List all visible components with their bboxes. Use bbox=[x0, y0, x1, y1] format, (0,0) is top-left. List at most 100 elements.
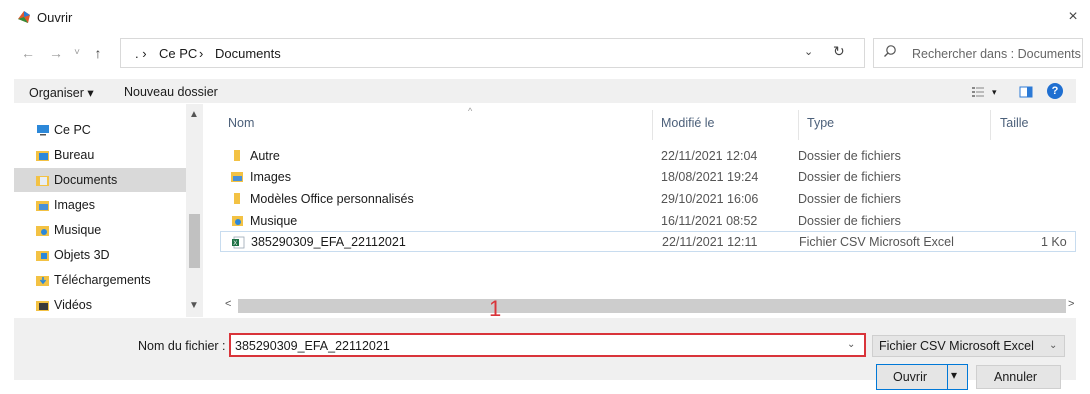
close-icon: × bbox=[1068, 8, 1078, 25]
file-type: Dossier de fichiers bbox=[798, 170, 901, 184]
file-modified: 18/08/2021 19:24 bbox=[661, 170, 759, 184]
search-placeholder: Rechercher dans : Documents bbox=[912, 47, 1081, 61]
breadcrumb-separator[interactable]: › bbox=[199, 46, 203, 61]
window-title: Ouvrir bbox=[37, 10, 73, 25]
organize-button[interactable]: Organiser ▾ bbox=[29, 85, 94, 100]
file-name: Autre bbox=[250, 149, 280, 163]
new-folder-button[interactable]: Nouveau dossier bbox=[124, 85, 218, 99]
scrollbar-thumb[interactable] bbox=[189, 214, 200, 268]
3d-objects-folder-icon bbox=[36, 251, 49, 261]
file-name: 385290309_EFA_22112021 bbox=[251, 235, 406, 249]
cancel-button[interactable]: Annuler bbox=[976, 365, 1061, 389]
column-header-modified[interactable]: Modifié le bbox=[661, 116, 715, 130]
scrollbar-thumb[interactable] bbox=[238, 299, 1066, 313]
filename-label: Nom du fichier : bbox=[138, 339, 226, 353]
breadcrumb-ce-pc[interactable]: Ce PC bbox=[159, 46, 197, 61]
scroll-down-icon[interactable]: ▼ bbox=[189, 300, 199, 311]
sidebar-item-label: Objets 3D bbox=[54, 248, 110, 262]
sidebar-item-label: Téléchargements bbox=[54, 273, 151, 287]
filename-input[interactable] bbox=[235, 338, 825, 354]
folder-icon bbox=[234, 150, 240, 161]
table-row[interactable]: Autre 22/11/2021 12:04 Dossier de fichie… bbox=[220, 145, 1076, 166]
sidebar-item-ce-pc[interactable]: Ce PC bbox=[14, 118, 186, 142]
close-button[interactable]: × bbox=[1062, 6, 1084, 28]
file-name: Modèles Office personnalisés bbox=[250, 192, 414, 206]
command-toolbar: Organiser ▾ Nouveau dossier ▾ ? bbox=[14, 79, 1076, 103]
open-button-label: Ouvrir bbox=[893, 370, 928, 384]
file-type: Dossier de fichiers bbox=[798, 192, 901, 206]
table-row[interactable]: Images 18/08/2021 19:24 Dossier de fichi… bbox=[220, 166, 1076, 187]
sidebar-item-label: Images bbox=[54, 198, 95, 212]
pictures-folder-icon bbox=[231, 172, 243, 182]
downloads-folder-icon bbox=[36, 276, 49, 286]
chevron-down-icon[interactable]: ⌄ bbox=[847, 339, 855, 350]
table-row[interactable]: Modèles Office personnalisés 29/10/2021 … bbox=[220, 188, 1076, 209]
sidebar-item-label: Bureau bbox=[54, 148, 95, 162]
file-type: Dossier de fichiers bbox=[798, 214, 901, 228]
view-options-icon[interactable] bbox=[970, 84, 986, 100]
view-dropdown-icon[interactable]: ▾ bbox=[992, 87, 997, 98]
navigation-pane: Ce PC Bureau Documents Images Musique Ob… bbox=[14, 104, 220, 317]
sidebar-item-images[interactable]: Images bbox=[14, 193, 186, 217]
sidebar-item-label: Documents bbox=[54, 173, 118, 187]
breadcrumb-documents[interactable]: Documents bbox=[215, 46, 281, 61]
excel-csv-icon: X bbox=[232, 236, 245, 249]
sidebar-item-videos[interactable]: Vidéos bbox=[14, 293, 186, 317]
column-header-size[interactable]: Taille bbox=[1000, 116, 1029, 130]
open-options-dropdown-icon[interactable]: ▾ bbox=[951, 368, 957, 382]
pc-icon bbox=[37, 125, 49, 136]
table-row[interactable]: Musique 16/11/2021 08:52 Dossier de fich… bbox=[220, 210, 1076, 231]
table-row-selected[interactable]: X 385290309_EFA_22112021 22/11/2021 12:1… bbox=[220, 231, 1076, 252]
preview-pane-icon[interactable] bbox=[1018, 84, 1034, 100]
file-modified: 29/10/2021 16:06 bbox=[661, 192, 759, 206]
folder-icon bbox=[234, 193, 240, 204]
file-type: Dossier de fichiers bbox=[798, 149, 901, 163]
column-header-type[interactable]: Type bbox=[807, 116, 834, 130]
pictures-folder-icon bbox=[36, 201, 49, 211]
sort-ascending-icon: ^ bbox=[468, 106, 473, 116]
file-modified: 22/11/2021 12:04 bbox=[661, 149, 758, 163]
office-app-icon bbox=[18, 11, 30, 23]
filetype-select[interactable]: Fichier CSV Microsoft Excel ⌄ bbox=[872, 335, 1065, 357]
forward-button[interactable]: → bbox=[46, 42, 66, 64]
column-divider[interactable] bbox=[990, 110, 991, 140]
sidebar-item-musique[interactable]: Musique bbox=[14, 218, 186, 242]
column-divider[interactable] bbox=[798, 110, 799, 140]
column-header-name[interactable]: Nom bbox=[228, 116, 254, 130]
navigation-row: ← → ˅ ↑ . › Ce PC › Documents ⌄ ↻ Recher… bbox=[0, 38, 1090, 68]
column-divider[interactable] bbox=[652, 110, 653, 140]
address-dropdown-icon[interactable]: ⌄ bbox=[804, 45, 813, 58]
sidebar-item-bureau[interactable]: Bureau bbox=[14, 143, 186, 167]
documents-folder-icon bbox=[36, 176, 49, 186]
scroll-up-icon[interactable]: ▲ bbox=[189, 109, 199, 120]
sidebar-item-label: Ce PC bbox=[54, 123, 91, 137]
open-file-dialog: Ouvrir × ← → ˅ ↑ . › Ce PC › Documents ⌄… bbox=[0, 0, 1090, 394]
chevron-down-icon: ⌄ bbox=[1049, 340, 1058, 351]
address-bar[interactable]: . › Ce PC › Documents ⌄ ↻ bbox=[120, 38, 865, 68]
file-modified: 22/11/2021 12:11 bbox=[662, 235, 758, 249]
file-list: ^ Nom Modifié le Type Taille Autre 22/11… bbox=[220, 104, 1076, 317]
file-list-horizontal-scrollbar[interactable]: < > bbox=[220, 297, 1076, 314]
filename-field[interactable]: ⌄ bbox=[229, 333, 866, 357]
up-button[interactable]: ↑ bbox=[88, 42, 108, 64]
music-folder-icon bbox=[232, 216, 243, 226]
scroll-right-icon[interactable]: > bbox=[1068, 298, 1074, 310]
videos-folder-icon bbox=[36, 301, 49, 311]
sidebar-item-label: Vidéos bbox=[54, 298, 92, 312]
sidebar-item-documents[interactable]: Documents bbox=[14, 168, 186, 192]
navigation-pane-scrollbar[interactable]: ▲ ▼ bbox=[186, 104, 203, 317]
scroll-left-icon[interactable]: < bbox=[225, 298, 231, 310]
desktop-folder-icon bbox=[36, 151, 49, 161]
help-icon[interactable]: ? bbox=[1047, 83, 1063, 99]
recent-locations-button[interactable]: ˅ bbox=[67, 42, 87, 64]
refresh-icon[interactable]: ↻ bbox=[833, 43, 845, 60]
file-type: Fichier CSV Microsoft Excel bbox=[799, 235, 954, 249]
breadcrumb-overflow[interactable]: . › bbox=[135, 46, 147, 61]
open-button[interactable]: Ouvrir ▾ bbox=[876, 364, 968, 390]
back-button[interactable]: ← bbox=[18, 42, 38, 64]
title-bar: Ouvrir × bbox=[0, 0, 1090, 34]
sidebar-item-objets-3d[interactable]: Objets 3D bbox=[14, 243, 186, 267]
search-box[interactable]: Rechercher dans : Documents bbox=[873, 38, 1083, 68]
sidebar-item-telechargements[interactable]: Téléchargements bbox=[14, 268, 186, 292]
filename-panel: Nom du fichier : ⌄ Fichier CSV Microsoft… bbox=[14, 318, 1076, 390]
